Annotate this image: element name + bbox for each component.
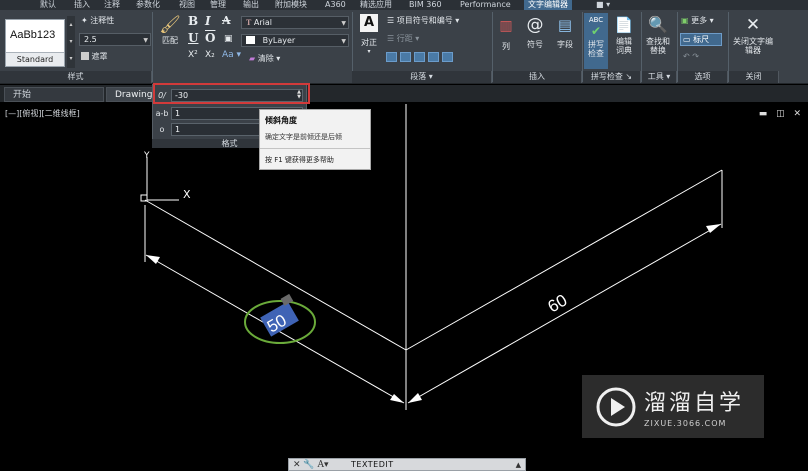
- ucs-x-label: X: [183, 188, 191, 201]
- watermark: 溜溜自学 ZIXUE.3066.COM: [582, 375, 764, 438]
- object-line-right: [405, 169, 723, 351]
- tracking-icon: a-b: [155, 109, 169, 118]
- watermark-logo-icon: [596, 387, 636, 427]
- arrowhead: [408, 393, 422, 403]
- tooltip-title: 倾斜角度: [265, 116, 297, 125]
- watermark-url: ZIXUE.3066.COM: [644, 419, 727, 428]
- command-line-controls[interactable]: ✕ 🔧 A▾: [293, 459, 329, 471]
- command-text: TEXTEDIT: [351, 460, 394, 469]
- text-command-icon: A: [317, 460, 324, 470]
- format-footer-label: 格式: [221, 139, 238, 148]
- tooltip-description: 确定文字是前倾还是后倾: [265, 133, 342, 141]
- arrowhead: [390, 394, 404, 403]
- tooltip-divider: [260, 148, 370, 149]
- grip-handle[interactable]: [280, 293, 294, 306]
- tooltip-help: 按 F1 键获得更多帮助: [265, 156, 334, 164]
- watermark-title: 溜溜自学: [644, 391, 745, 416]
- ucs-y-label: Y: [143, 151, 150, 161]
- command-line[interactable]: ✕ 🔧 A▾ TEXTEDIT ▲: [288, 458, 526, 471]
- highlight-red-box: [153, 83, 310, 104]
- chevron-up-icon[interactable]: ▲: [516, 459, 521, 471]
- oblique-angle-tooltip: 倾斜角度 确定文字是前倾还是后倾 按 F1 键获得更多帮助: [259, 109, 371, 170]
- arrowhead: [146, 255, 160, 264]
- width-factor-icon: o: [159, 125, 165, 134]
- width-factor-value: 1: [175, 125, 181, 134]
- tracking-value: 1: [175, 109, 181, 118]
